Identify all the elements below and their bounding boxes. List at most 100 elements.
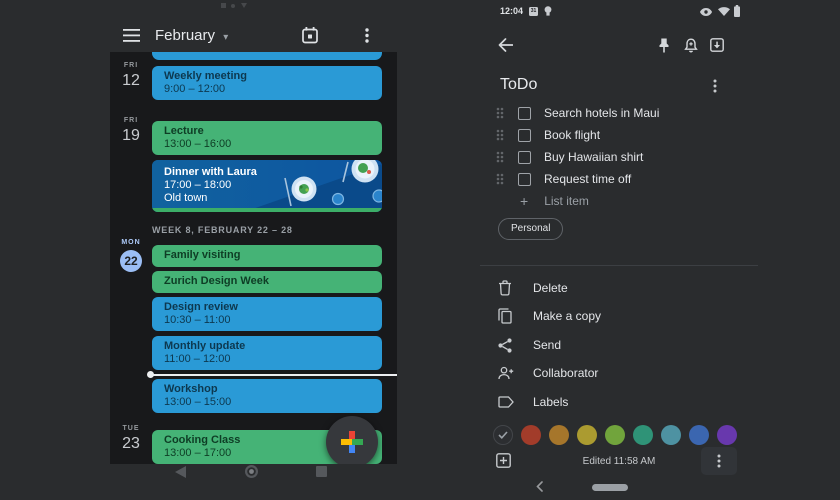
drag-handle-icon[interactable] — [496, 107, 504, 119]
checkbox[interactable] — [518, 129, 531, 142]
list-item-text[interactable]: Book flight — [544, 128, 600, 142]
battery-icon — [734, 5, 740, 17]
list-item-text[interactable]: Request time off — [544, 172, 631, 186]
create-event-fab[interactable] — [326, 416, 378, 464]
note-more-vert-icon[interactable] — [713, 79, 717, 93]
event-monthly-update[interactable]: Monthly update 11:00 – 12:00 — [152, 336, 382, 370]
checkbox[interactable] — [518, 173, 531, 186]
menu-label: Make a copy — [533, 309, 601, 323]
event-family-visiting[interactable]: Family visiting — [152, 245, 382, 267]
eye-status-icon — [700, 8, 712, 16]
event-dinner-with-laura[interactable]: Dinner with Laura 17:00 – 18:00 Old town — [152, 160, 382, 212]
pin-icon[interactable] — [658, 38, 670, 53]
more-vert-icon[interactable] — [365, 28, 369, 43]
day-label-tue-23: TUE 23 — [110, 425, 152, 453]
home-indicator-pill[interactable] — [592, 484, 628, 491]
drag-handle-icon[interactable] — [496, 173, 504, 185]
event-design-review[interactable]: Design review 10:30 – 11:00 — [152, 297, 382, 331]
event-title: Lecture — [164, 125, 370, 138]
list-item-text[interactable]: Buy Hawaiian shirt — [544, 150, 643, 164]
color-swatch-blue[interactable] — [689, 425, 709, 445]
color-swatch-purple[interactable] — [717, 425, 737, 445]
list-item[interactable]: Book flight — [496, 124, 600, 146]
event-weekly-meeting[interactable]: Weekly meeting 9:00 – 12:00 — [152, 66, 382, 100]
trash-icon — [498, 280, 512, 296]
color-swatch-teal[interactable] — [633, 425, 653, 445]
event-time: 13:00 – 15:00 — [164, 396, 370, 409]
list-item[interactable]: Buy Hawaiian shirt — [496, 146, 643, 168]
event-zurich-design-week[interactable]: Zurich Design Week — [152, 271, 382, 293]
calendar-notification-icon: 31 — [529, 7, 538, 16]
google-plus-icon — [340, 430, 364, 454]
color-swatch-yellow[interactable] — [577, 425, 597, 445]
event-title: Monthly update — [164, 340, 370, 353]
day-label-fri-19: FRI 19 — [110, 117, 152, 145]
event-location: Old town — [164, 192, 257, 205]
label-chip-personal[interactable]: Personal — [498, 218, 563, 240]
event-title: Weekly meeting — [164, 70, 370, 83]
week-header: WEEK 8, FEBRUARY 22 – 28 — [152, 225, 293, 235]
chevron-down-icon: ▾ — [223, 32, 228, 43]
day-label-fri-12: FRI 12 — [110, 62, 152, 90]
color-swatch-orange[interactable] — [549, 425, 569, 445]
event-title: Family visiting — [164, 249, 370, 262]
check-icon — [498, 431, 508, 439]
menu-item-delete[interactable]: Delete — [496, 274, 568, 302]
event-title: Zurich Design Week — [164, 275, 370, 288]
now-indicator-line — [150, 374, 397, 376]
checkbox[interactable] — [518, 151, 531, 164]
day-label-mon-22: MON 22 — [110, 239, 152, 272]
drag-handle-icon[interactable] — [496, 129, 504, 141]
calendar-schedule-panel: FRI 12 Weekly meeting 9:00 – 12:00 FRI 1… — [110, 52, 397, 464]
wifi-icon — [718, 7, 730, 16]
color-swatch-green[interactable] — [605, 425, 625, 445]
event-time: 11:00 – 12:00 — [164, 353, 370, 366]
month-selector[interactable]: February ▾ — [155, 27, 228, 44]
person-add-icon — [498, 366, 514, 380]
nav-home-icon[interactable] — [245, 465, 258, 478]
drag-handle-icon[interactable] — [496, 151, 504, 163]
color-swatch-red[interactable] — [521, 425, 541, 445]
color-swatch-cyan[interactable] — [661, 425, 681, 445]
checkbox[interactable] — [518, 107, 531, 120]
event-lecture[interactable]: Lecture 13:00 – 16:00 — [152, 121, 382, 155]
event-time: 9:00 – 12:00 — [164, 83, 370, 96]
nav-back-icon[interactable] — [175, 466, 186, 478]
screenshot-root: February ▾ FRI 12 Weekly meeting 9:00 – … — [0, 0, 840, 500]
status-dot-icon — [231, 4, 235, 8]
add-list-item[interactable]: + List item — [520, 190, 589, 212]
menu-item-labels[interactable]: Labels — [496, 388, 568, 416]
status-clock: 12:04 — [500, 6, 523, 16]
status-notification-icon — [221, 3, 226, 8]
event-partial[interactable] — [152, 52, 382, 60]
menu-label: Delete — [533, 281, 568, 295]
event-time: 10:30 – 11:00 — [164, 314, 370, 327]
menu-item-send[interactable]: Send — [496, 331, 561, 359]
add-list-item-label: List item — [544, 194, 589, 208]
gesture-back-chevron-icon[interactable] — [536, 481, 543, 492]
event-title: Dinner with Laura — [164, 166, 257, 179]
reminder-bell-icon[interactable] — [684, 38, 698, 53]
menu-label: Collaborator — [533, 366, 598, 380]
nav-recents-icon[interactable] — [316, 466, 327, 477]
color-swatch-default-selected[interactable] — [493, 425, 513, 445]
plus-icon: + — [520, 193, 528, 209]
menu-item-make-a-copy[interactable]: Make a copy — [496, 302, 601, 330]
list-item[interactable]: Search hotels in Maui — [496, 102, 659, 124]
back-arrow-icon[interactable] — [498, 38, 513, 52]
event-time: 17:00 – 18:00 — [164, 179, 257, 192]
hamburger-menu-icon[interactable] — [123, 29, 140, 42]
note-title[interactable]: ToDo — [500, 76, 537, 94]
calendar-today-icon[interactable] — [302, 27, 318, 44]
color-palette — [493, 425, 740, 445]
archive-icon[interactable] — [710, 38, 724, 52]
footer-more-button[interactable] — [701, 447, 737, 475]
today-date-circle: 22 — [120, 250, 142, 272]
event-workshop[interactable]: Workshop 13:00 – 15:00 — [152, 379, 382, 413]
list-item-text[interactable]: Search hotels in Maui — [544, 106, 659, 120]
list-item[interactable]: Request time off — [496, 168, 631, 190]
menu-item-collaborator[interactable]: Collaborator — [496, 359, 598, 387]
sheet-divider — [480, 265, 758, 266]
month-label: February — [155, 27, 215, 44]
status-signal-icon — [241, 3, 247, 8]
